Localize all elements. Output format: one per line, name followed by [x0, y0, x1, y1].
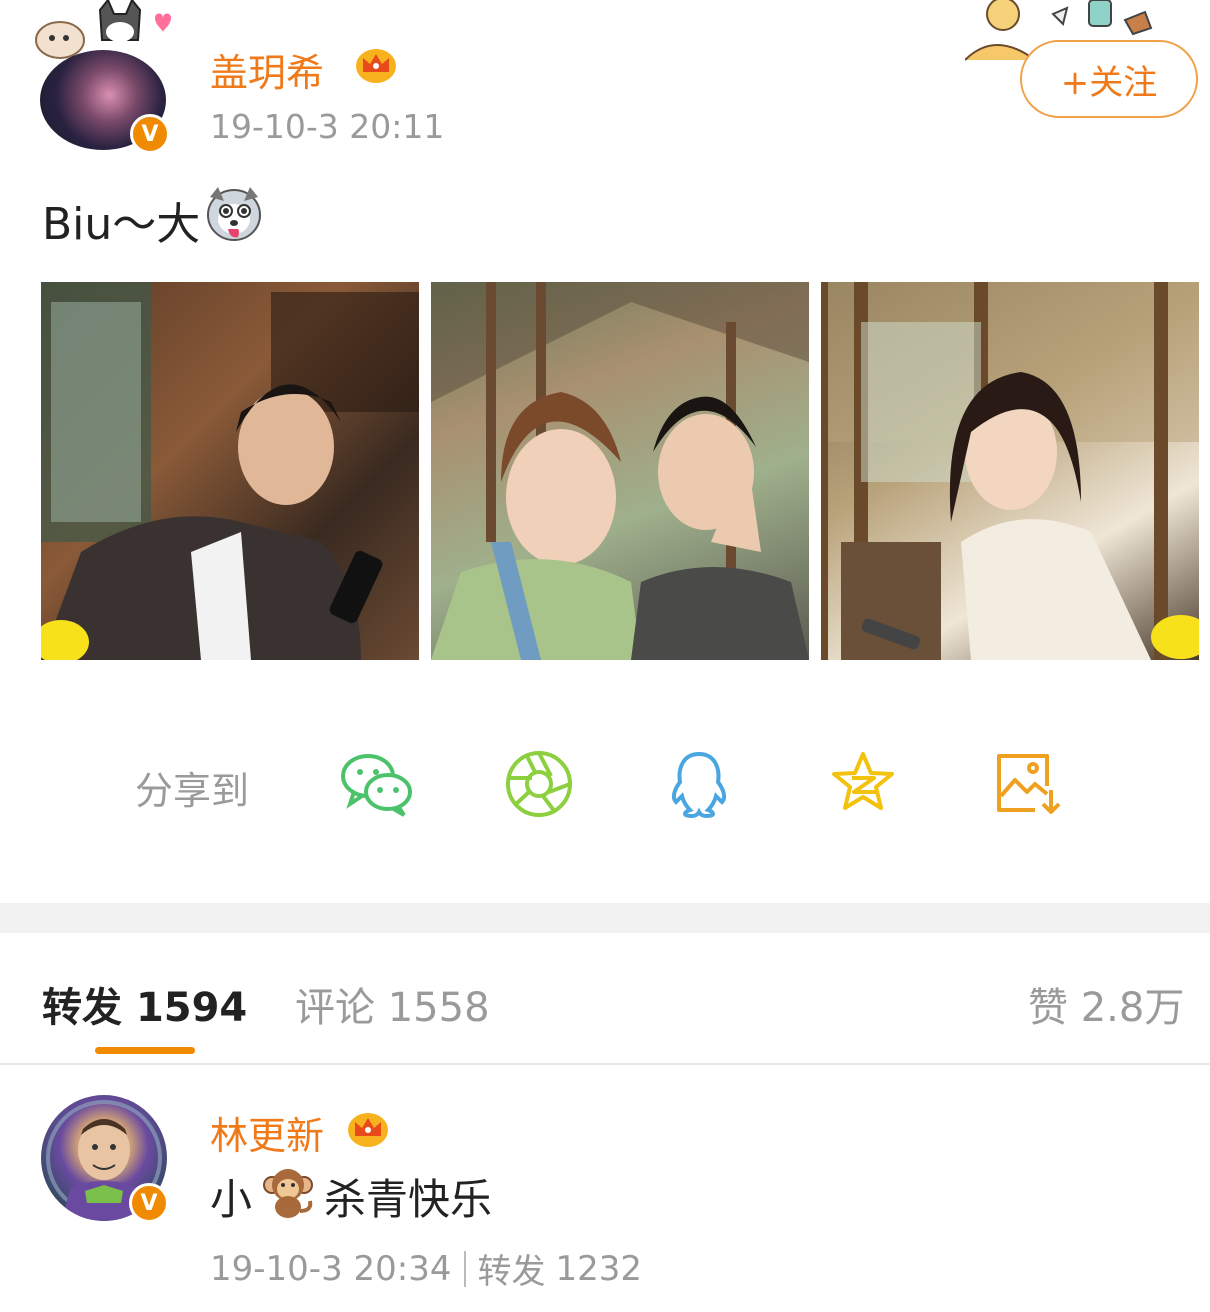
post-photo[interactable] [41, 282, 419, 660]
tab-like[interactable]: 赞 2.8万 [1028, 975, 1184, 1033]
monkey-emoji-icon [260, 1163, 316, 1229]
tab-like-label: 赞 [1028, 985, 1068, 1031]
crown-icon [354, 44, 398, 84]
follow-button[interactable]: +关注 [1020, 40, 1198, 118]
post-text-content: Biu～大 [42, 198, 201, 250]
qzone-icon[interactable] [830, 750, 902, 818]
tab-repost-count: 1594 [135, 985, 248, 1031]
qq-icon[interactable] [668, 750, 740, 819]
post-text: Biu～大 [42, 185, 264, 254]
repost-text-before: 小 [210, 1174, 253, 1224]
repost-text-after: 杀青快乐 [324, 1174, 493, 1224]
active-tab-indicator [95, 1047, 195, 1054]
post-photo[interactable] [821, 282, 1199, 660]
save-image-icon[interactable] [995, 750, 1067, 818]
repost-count-label[interactable]: 转发 [478, 1244, 546, 1293]
verified-badge-icon: V [130, 114, 170, 154]
wechat-icon[interactable] [340, 750, 412, 818]
moments-icon[interactable] [505, 750, 577, 818]
repost-author-name[interactable]: 林更新 [210, 1105, 324, 1160]
share-label: 分享到 [135, 769, 250, 813]
tab-comment-count: 1558 [387, 985, 490, 1031]
post-timestamp: 19-10-3 20:11 [210, 107, 445, 146]
tab-separator [0, 1063, 1210, 1065]
meta-separator [463, 1250, 466, 1287]
author-name[interactable]: 盖玥希 [210, 42, 324, 97]
tab-comment-label: 评论 [295, 985, 375, 1031]
husky-emoji-icon [204, 185, 264, 254]
tab-like-count: 2.8万 [1080, 985, 1185, 1031]
tab-repost-label: 转发 [42, 985, 122, 1031]
tab-comment[interactable]: 评论 1558 [295, 975, 490, 1033]
post-photo[interactable] [431, 282, 809, 660]
repost-count: 1232 [555, 1248, 643, 1289]
repost-text: 小 杀青快乐 [210, 1163, 492, 1229]
section-divider [0, 903, 1210, 933]
tab-repost[interactable]: 转发 1594 [42, 975, 247, 1033]
repost-meta: 19-10-3 20:34 转发 1232 [210, 1244, 642, 1293]
verified-badge-icon: V [129, 1183, 169, 1223]
crown-icon [346, 1108, 390, 1148]
repost-timestamp: 19-10-3 20:34 [210, 1248, 452, 1289]
author-avatar[interactable]: V [40, 50, 170, 154]
